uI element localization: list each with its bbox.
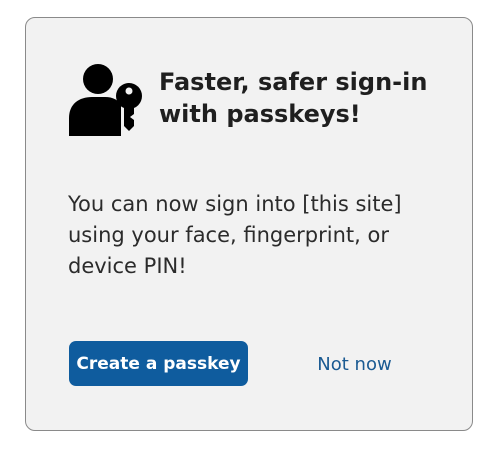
create-passkey-button[interactable]: Create a passkey [69,341,248,386]
dialog-description: You can now sign into [this site] using … [68,192,402,278]
dialog-title: Faster, safer sign-in with passkeys! [159,68,428,128]
passkey-prompt-card: Faster, safer sign-in with passkeys! You… [25,17,473,431]
passkey-user-key-icon [69,62,143,136]
not-now-button[interactable]: Not now [302,346,407,382]
